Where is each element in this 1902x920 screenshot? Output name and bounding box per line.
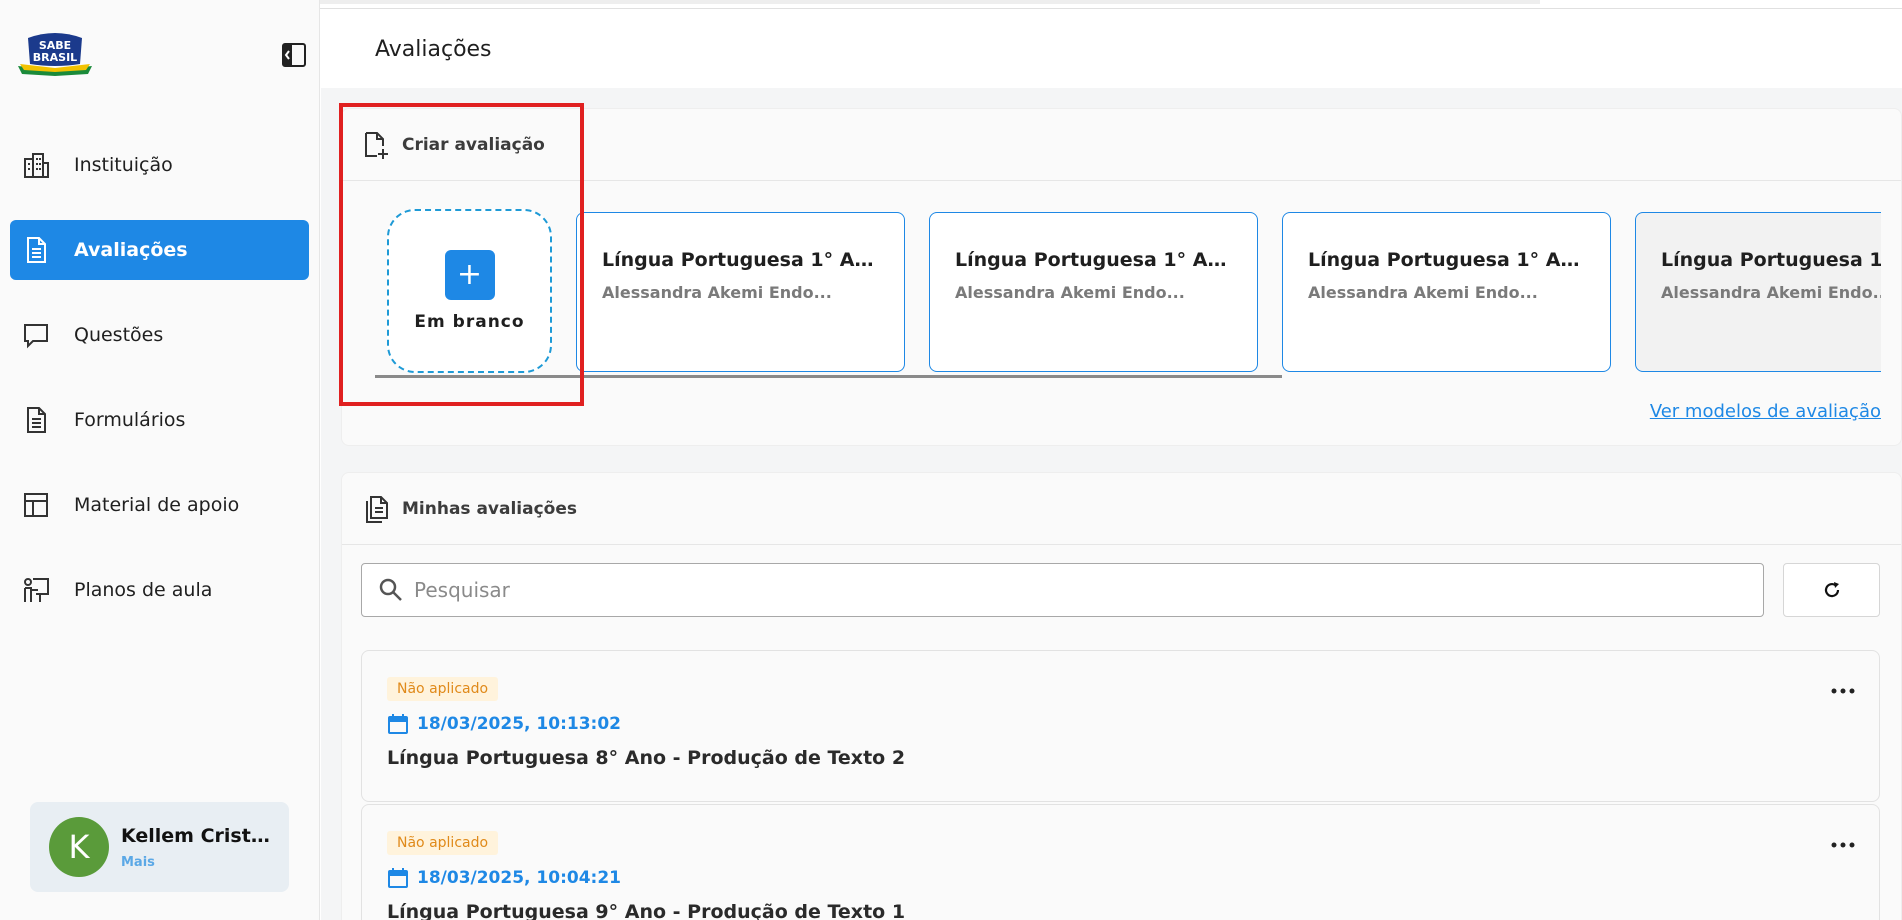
documents-icon xyxy=(362,494,390,524)
status-badge: Não aplicado xyxy=(387,831,499,855)
building-icon xyxy=(22,151,50,179)
evaluation-date: 18/03/2025, 10:13:02 xyxy=(387,713,1879,735)
template-title: Língua Portuguesa 1° Ano ... xyxy=(1308,249,1586,271)
form-icon xyxy=(22,406,50,434)
template-title: Língua Portuguesa 1° Ano ... xyxy=(955,249,1233,271)
template-author: Alessandra Akemi Endo... xyxy=(955,283,1185,302)
sidebar-item-formularios[interactable]: Formulários xyxy=(10,390,309,450)
template-author: Alessandra Akemi Endo... xyxy=(602,283,832,302)
template-card[interactable]: Língua Portuguesa 1° Ano ... Alessandra … xyxy=(1635,212,1881,372)
avatar: K xyxy=(49,817,109,877)
template-card[interactable]: Língua Portuguesa 1° Ano ... Alessandra … xyxy=(576,212,905,372)
evaluation-date-text: 18/03/2025, 10:04:21 xyxy=(417,868,621,888)
evaluation-list-item[interactable]: Não aplicado 18/03/2025, 10:04:21 Língua… xyxy=(361,804,1880,920)
sabe-brasil-logo[interactable]: SABE BRASIL xyxy=(14,30,96,76)
sidebar: SABE BRASIL Instituição Avaliações Quest… xyxy=(0,0,320,920)
refresh-button[interactable] xyxy=(1783,563,1880,617)
sidebar-item-instituicao[interactable]: Instituição xyxy=(10,135,309,195)
sidebar-item-questoes[interactable]: Questões xyxy=(10,305,309,365)
document-icon xyxy=(22,236,50,264)
calendar-icon xyxy=(387,713,409,735)
more-options-button[interactable] xyxy=(1827,681,1859,701)
layout-icon xyxy=(22,491,50,519)
teacher-board-icon xyxy=(22,576,50,604)
blank-evaluation-card[interactable]: + Em branco xyxy=(387,209,552,373)
more-horizontal-icon xyxy=(1831,688,1855,694)
blank-evaluation-label: Em branco xyxy=(414,312,525,332)
evaluation-title: Língua Portuguesa 8° Ano - Produção de T… xyxy=(387,747,906,769)
sidebar-item-label: Avaliações xyxy=(74,239,188,261)
template-card[interactable]: Língua Portuguesa 1° Ano ... Alessandra … xyxy=(1282,212,1611,372)
my-evaluations-header: Minhas avaliações xyxy=(342,473,1901,545)
template-card[interactable]: Língua Portuguesa 1° Ano ... Alessandra … xyxy=(929,212,1258,372)
template-carousel[interactable]: + Em branco Língua Portuguesa 1° Ano ...… xyxy=(342,109,1881,447)
my-evaluations-panel: Minhas avaliações Não aplicado 18/03/202… xyxy=(341,472,1902,920)
evaluation-title: Língua Portuguesa 9° Ano - Produção de T… xyxy=(387,901,906,920)
template-author: Alessandra Akemi Endo... xyxy=(1661,283,1881,302)
sidebar-item-avaliacoes[interactable]: Avaliações xyxy=(10,220,309,280)
template-title: Língua Portuguesa 1° Ano ... xyxy=(602,249,880,271)
evaluation-date: 18/03/2025, 10:04:21 xyxy=(387,867,1879,889)
sidebar-item-label: Questões xyxy=(74,324,164,346)
sidebar-item-label: Planos de aula xyxy=(74,579,213,601)
more-horizontal-icon xyxy=(1831,842,1855,848)
user-profile-card[interactable]: K Kellem Cristi... Mais xyxy=(30,802,289,892)
refresh-icon xyxy=(1824,582,1839,598)
sidebar-item-label: Instituição xyxy=(74,154,173,176)
sidebar-item-planos-de-aula[interactable]: Planos de aula xyxy=(10,560,309,620)
header-divider xyxy=(320,8,1902,9)
carousel-scrollbar[interactable] xyxy=(375,375,1282,378)
plus-icon: + xyxy=(444,250,495,300)
sidebar-item-material-de-apoio[interactable]: Material de apoio xyxy=(10,475,309,535)
search-input[interactable] xyxy=(414,578,1714,602)
page-title: Avaliações xyxy=(375,37,492,62)
search-box xyxy=(361,563,1764,617)
user-name: Kellem Cristi... xyxy=(121,824,271,847)
sidebar-item-label: Material de apoio xyxy=(74,494,240,516)
see-evaluation-models-link[interactable]: Ver modelos de avaliação xyxy=(1650,401,1881,422)
template-author: Alessandra Akemi Endo... xyxy=(1308,283,1538,302)
sidebar-collapse-icon xyxy=(282,43,306,67)
more-options-button[interactable] xyxy=(1827,835,1859,855)
search-icon xyxy=(378,577,404,603)
create-evaluation-panel: Criar avaliação + Em branco Língua Portu… xyxy=(341,108,1902,446)
sidebar-item-label: Formulários xyxy=(74,409,186,431)
template-title: Língua Portuguesa 1° Ano ... xyxy=(1661,249,1881,271)
status-badge: Não aplicado xyxy=(387,677,499,701)
logo-text-bottom: BRASIL xyxy=(33,51,77,64)
chat-bubble-icon xyxy=(22,321,50,349)
collapse-sidebar-button[interactable] xyxy=(281,42,307,68)
calendar-icon xyxy=(387,867,409,889)
my-evaluations-title: Minhas avaliações xyxy=(402,498,578,519)
browser-scroll-strip xyxy=(290,0,1540,4)
evaluation-date-text: 18/03/2025, 10:13:02 xyxy=(417,714,621,734)
user-more-link[interactable]: Mais xyxy=(121,855,271,870)
evaluation-list-item[interactable]: Não aplicado 18/03/2025, 10:13:02 Língua… xyxy=(361,650,1880,802)
